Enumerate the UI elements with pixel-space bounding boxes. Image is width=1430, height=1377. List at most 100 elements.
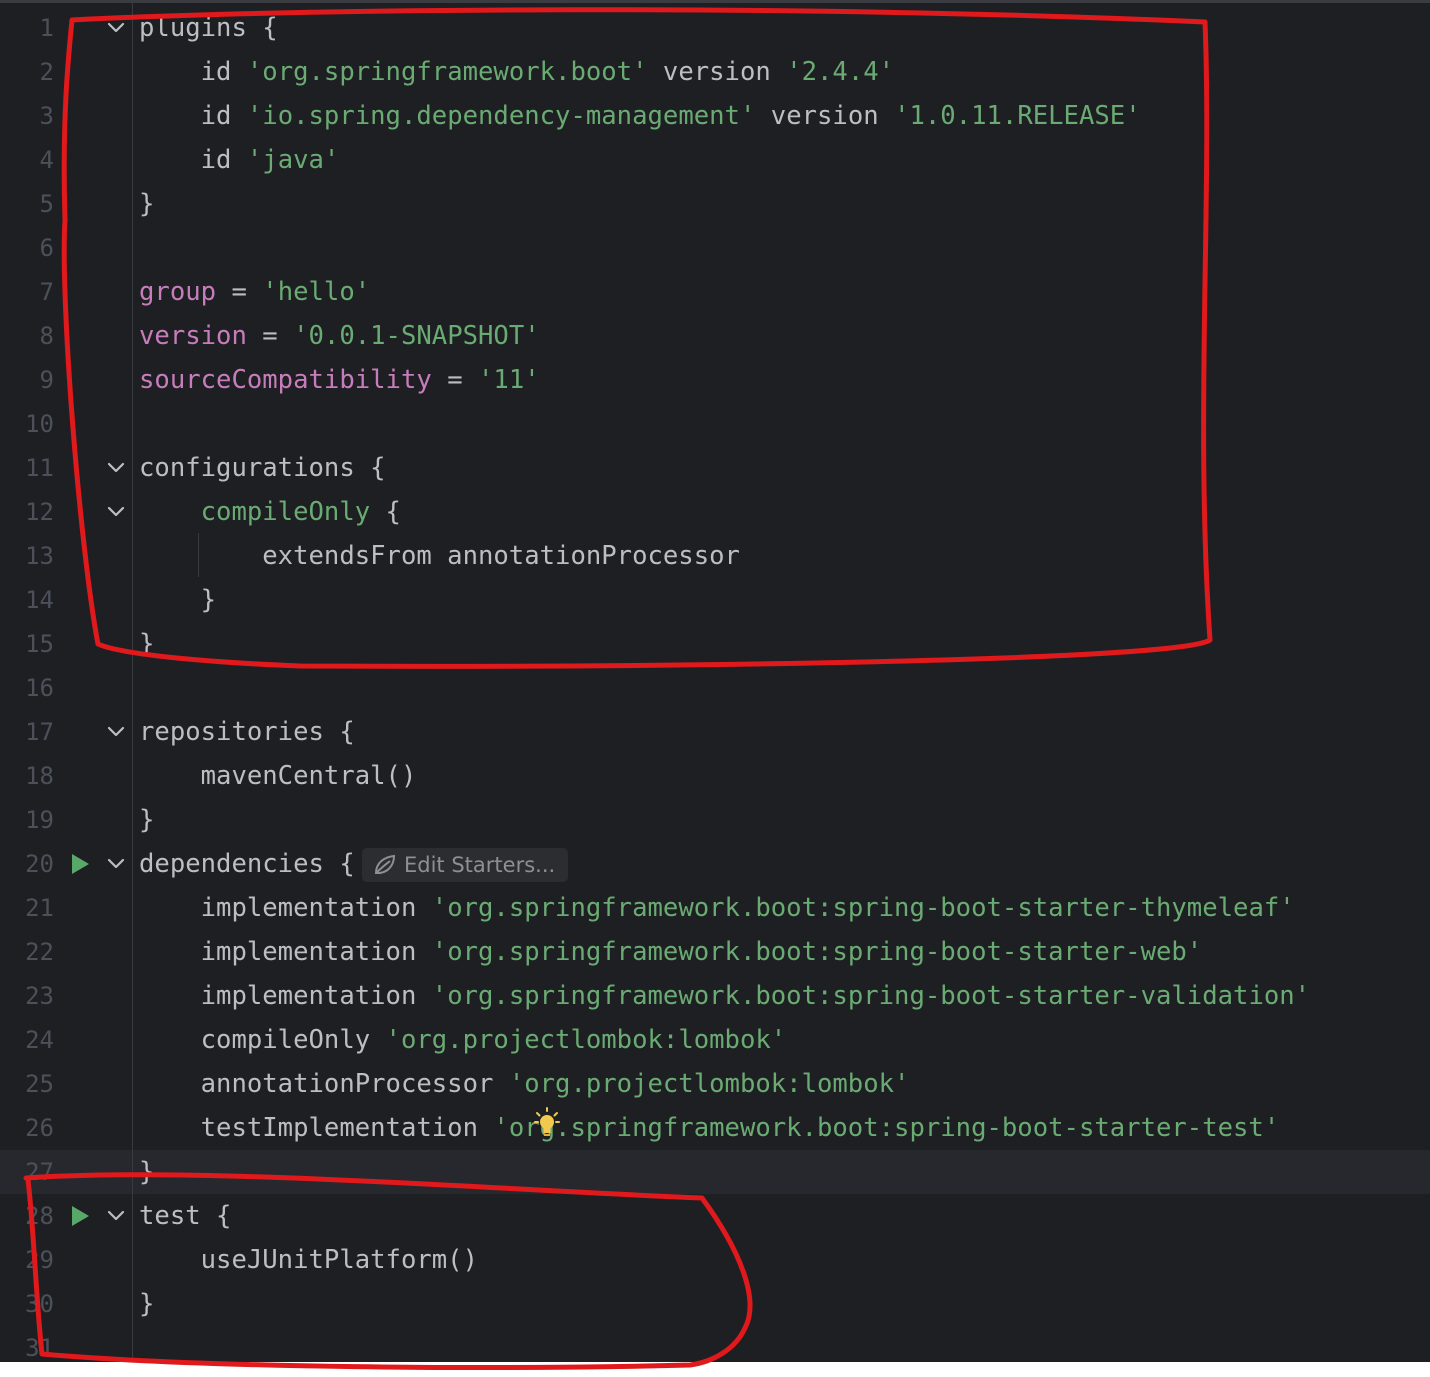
string-literal: '11' xyxy=(478,365,540,395)
code-token: compileOnly xyxy=(200,497,371,527)
code-line[interactable]: 16 xyxy=(0,666,1430,710)
code-token: } xyxy=(139,585,217,615)
fold-chevron-icon[interactable] xyxy=(104,854,128,874)
line-code: } xyxy=(139,1282,154,1326)
code-line[interactable]: 18 mavenCentral() xyxy=(0,754,1430,798)
property-name: group xyxy=(139,277,217,307)
line-code: implementation 'org.springframework.boot… xyxy=(139,974,1310,1018)
code-token: implementation xyxy=(139,937,432,967)
line-number: 7 xyxy=(39,278,54,306)
code-line[interactable]: 14 } xyxy=(0,578,1430,622)
code-line[interactable]: 28 test { xyxy=(0,1194,1430,1238)
code-line[interactable]: 19} xyxy=(0,798,1430,842)
code-line[interactable]: 21 implementation 'org.springframework.b… xyxy=(0,886,1430,930)
code-line[interactable]: 6 xyxy=(0,226,1430,270)
code-line[interactable]: 9 sourceCompatibility = '11' xyxy=(0,358,1430,402)
code-line[interactable]: 3 id 'io.spring.dependency-management' v… xyxy=(0,94,1430,138)
line-code: test { xyxy=(139,1194,231,1238)
run-gutter-icon[interactable] xyxy=(68,852,92,876)
line-number: 29 xyxy=(25,1246,54,1274)
line-number: 16 xyxy=(25,674,54,702)
line-number: 19 xyxy=(25,806,54,834)
line-number: 24 xyxy=(25,1026,54,1054)
line-code: } xyxy=(139,578,216,622)
code-line[interactable]: 26 testImplementation 'org.springframewo… xyxy=(0,1106,1430,1150)
code-token: id xyxy=(139,101,247,131)
code-line[interactable]: 1 plugins { xyxy=(0,6,1430,50)
line-number: 18 xyxy=(25,762,54,790)
string-literal: 'org.springframework.boot:spring-boot-st… xyxy=(431,937,1203,967)
code-line[interactable]: 29 useJUnitPlatform() xyxy=(0,1238,1430,1282)
string-literal: '0.0.1-SNAPSHOT' xyxy=(293,321,540,351)
string-literal: 'java' xyxy=(246,145,340,175)
edit-starters-inlay[interactable]: Edit Starters... xyxy=(362,848,568,882)
code-token: dependencies { xyxy=(139,849,355,879)
string-literal: 'org.projectlombok:lombok' xyxy=(385,1025,787,1055)
code-token: id xyxy=(139,145,247,175)
code-line[interactable]: 23 implementation 'org.springframework.b… xyxy=(0,974,1430,1018)
code-token: } xyxy=(139,189,155,219)
code-token: mavenCentral() xyxy=(139,761,417,791)
code-token: } xyxy=(139,629,155,659)
code-line[interactable]: 31 xyxy=(0,1326,1430,1362)
line-code: sourceCompatibility = '11' xyxy=(139,358,540,402)
fold-chevron-icon[interactable] xyxy=(104,1206,128,1226)
code-line[interactable]: 27} xyxy=(0,1150,1430,1194)
line-code: group = 'hello' xyxy=(139,270,370,314)
code-line[interactable]: 2 id 'org.springframework.boot' version … xyxy=(0,50,1430,94)
string-literal: '2.4.4' xyxy=(786,57,895,87)
code-line[interactable]: 11 configurations { xyxy=(0,446,1430,490)
code-token: { xyxy=(370,497,401,527)
code-line[interactable]: 30} xyxy=(0,1282,1430,1326)
code-line[interactable]: 17 repositories { xyxy=(0,710,1430,754)
line-code: mavenCentral() xyxy=(139,754,417,798)
line-number: 26 xyxy=(25,1114,54,1142)
line-code: repositories { xyxy=(139,710,355,754)
line-number: 13 xyxy=(25,542,54,570)
line-number: 11 xyxy=(25,454,54,482)
code-line[interactable]: 10 xyxy=(0,402,1430,446)
line-number: 8 xyxy=(39,322,54,350)
line-code: plugins { xyxy=(139,6,278,50)
line-number: 28 xyxy=(25,1202,54,1230)
code-token: testImplementation xyxy=(139,1113,494,1143)
line-code: version = '0.0.1-SNAPSHOT' xyxy=(139,314,540,358)
line-code: compileOnly { xyxy=(139,490,401,534)
code-line[interactable]: 20 dependencies { xyxy=(0,842,1430,886)
code-token: extendsFrom annotationProcessor xyxy=(139,541,740,571)
string-literal: 'org.projectlombok:lombok' xyxy=(508,1069,910,1099)
code-line[interactable]: 12 compileOnly { xyxy=(0,490,1430,534)
code-token: version xyxy=(647,57,787,87)
code-token: } xyxy=(139,1157,155,1187)
fold-chevron-icon[interactable] xyxy=(104,458,128,478)
property-name: sourceCompatibility xyxy=(139,365,432,395)
string-literal: 'org.springframework.boot:spring-boot-st… xyxy=(431,981,1311,1011)
fold-chevron-icon[interactable] xyxy=(104,502,128,522)
line-code: id 'org.springframework.boot' version '2… xyxy=(139,50,894,94)
code-line[interactable]: 15} xyxy=(0,622,1430,666)
code-line[interactable]: 24 compileOnly 'org.projectlombok:lombok… xyxy=(0,1018,1430,1062)
string-literal: 'org.springframework.boot:spring-boot-st… xyxy=(493,1113,1280,1143)
string-literal: '1.0.11.RELEASE' xyxy=(894,101,1141,131)
line-number: 5 xyxy=(39,190,54,218)
line-code: testImplementation 'org.springframework.… xyxy=(139,1106,1280,1150)
code-line[interactable]: 8 version = '0.0.1-SNAPSHOT' xyxy=(0,314,1430,358)
code-token: configurations { xyxy=(139,453,386,483)
code-line[interactable]: 7 group = 'hello' xyxy=(0,270,1430,314)
line-number: 15 xyxy=(25,630,54,658)
fold-chevron-icon[interactable] xyxy=(104,18,128,38)
code-line[interactable]: 4 id 'java' xyxy=(0,138,1430,182)
lightbulb-icon[interactable] xyxy=(534,1107,560,1139)
code-line[interactable]: 25 annotationProcessor 'org.projectlombo… xyxy=(0,1062,1430,1106)
code-editor[interactable]: 1 plugins {2 id 'org.springframework.boot… xyxy=(0,0,1430,1362)
code-line[interactable]: 13 extendsFrom annotationProcessor xyxy=(0,534,1430,578)
code-line[interactable]: 5} xyxy=(0,182,1430,226)
fold-chevron-icon[interactable] xyxy=(104,722,128,742)
line-code: implementation 'org.springframework.boot… xyxy=(139,886,1295,930)
code-token: implementation xyxy=(139,981,432,1011)
code-line[interactable]: 22 implementation 'org.springframework.b… xyxy=(0,930,1430,974)
line-number: 22 xyxy=(25,938,54,966)
code-token: plugins { xyxy=(139,13,278,43)
run-gutter-icon[interactable] xyxy=(68,1204,92,1228)
line-code: } xyxy=(139,182,154,226)
